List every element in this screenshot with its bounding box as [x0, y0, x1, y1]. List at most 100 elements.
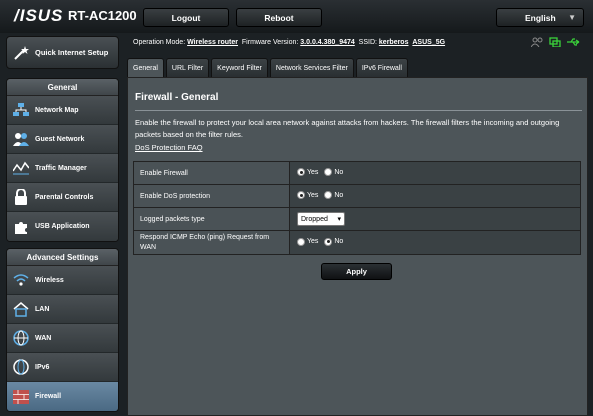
setting-value: Yes No: [289, 184, 581, 208]
puzzle-icon: [7, 219, 35, 235]
option-label: No: [334, 238, 344, 245]
traffic-manager-icon: [7, 161, 35, 175]
setting-value: Yes No: [289, 230, 581, 255]
title-divider: [135, 110, 582, 111]
firewall-settings-table: Enable Firewall Yes No Enable DoS protec…: [133, 161, 581, 255]
firmware-label: Firmware Version:: [241, 39, 299, 46]
sidebar-item-wan[interactable]: WAN: [7, 324, 118, 353]
operation-mode-link[interactable]: Wireless router: [187, 39, 238, 46]
ipv6-globe-icon: [7, 359, 35, 375]
language-select[interactable]: English ▼: [496, 8, 584, 27]
firewall-general-panel: Firewall - General Enable the firewall t…: [127, 77, 588, 416]
sidebar-item-label: IPv6: [35, 363, 50, 371]
asus-logo: /ISUS: [14, 6, 64, 25]
lock-icon: [7, 189, 35, 205]
top-bar: /ISUS RT-AC1200 Logout Reboot English ▼: [0, 0, 593, 33]
radio-icon: [297, 237, 305, 246]
tab-url-filter[interactable]: URL Filter: [165, 58, 210, 77]
radio-selected-icon: [297, 168, 305, 176]
guest-network-icon: [7, 132, 35, 146]
setting-row-logged-packets: Logged packets type Dropped ▾: [133, 207, 581, 231]
sidebar-item-usb-application[interactable]: USB Application: [7, 212, 118, 241]
sidebar-item-label: Firewall: [35, 393, 62, 400]
sidebar-item-traffic-manager[interactable]: Traffic Manager: [7, 154, 118, 183]
advanced-settings-panel: Advanced Settings Wireless LAN WAN IPv6 …: [6, 248, 119, 412]
sidebar-item-label: LAN: [35, 305, 50, 313]
sidebar-item-guest-network[interactable]: Guest Network: [7, 125, 118, 154]
radio-icon: [324, 168, 333, 176]
reboot-button[interactable]: Reboot: [236, 8, 322, 27]
globe-icon: [7, 330, 35, 346]
tab-general[interactable]: General: [127, 58, 164, 77]
sidebar-item-label: WAN: [35, 334, 52, 342]
usb-status-icon[interactable]: [567, 37, 581, 49]
setting-row-icmp-echo: Respond ICMP Echo (ping) Request from WA…: [133, 230, 581, 255]
ssid-label: SSID:: [358, 39, 377, 46]
enable-dos-yes-radio[interactable]: Yes: [297, 191, 318, 199]
logged-packets-select[interactable]: Dropped ▾: [297, 212, 345, 226]
dos-protection-faq-link[interactable]: DoS Protection FAQ: [135, 143, 203, 152]
sidebar: Quick Internet Setup General Network Map…: [0, 33, 125, 416]
tab-network-services-filter[interactable]: Network Services Filter: [269, 58, 354, 77]
enable-dos-no-radio[interactable]: No: [324, 191, 343, 199]
sidebar-item-ipv6[interactable]: IPv6: [7, 353, 118, 382]
ssid-link-1[interactable]: kerberos: [379, 39, 409, 46]
sidebar-item-parental-controls[interactable]: Parental Controls: [7, 183, 118, 212]
model-name: RT-AC1200: [68, 8, 137, 23]
logout-button[interactable]: Logout: [143, 8, 229, 27]
firewall-icon: [7, 389, 35, 404]
radio-selected-icon: [324, 237, 333, 246]
setting-value: Dropped ▾: [289, 207, 581, 231]
status-icons: [530, 37, 581, 49]
general-heading: General: [7, 79, 118, 96]
page-description: Enable the firewall to protect your loca…: [135, 118, 560, 139]
option-label: Yes: [307, 168, 319, 176]
setting-label: Enable DoS protection: [133, 184, 290, 208]
home-icon: [7, 301, 35, 317]
clients-icon[interactable]: [530, 37, 543, 49]
setting-label: Respond ICMP Echo (ping) Request from WA…: [133, 230, 290, 255]
wireless-icon: [7, 273, 35, 287]
operation-mode-label: Operation Mode:: [133, 39, 186, 46]
tab-ipv6-firewall[interactable]: IPv6 Firewall: [355, 58, 408, 77]
setting-label: Logged packets type: [133, 207, 290, 231]
sidebar-item-label: Wireless: [35, 276, 64, 284]
sidebar-item-label: Guest Network: [35, 135, 85, 143]
option-label: Yes: [307, 238, 319, 245]
enable-firewall-no-radio[interactable]: No: [324, 168, 343, 176]
magic-wand-icon: [7, 44, 35, 62]
status-line: Operation Mode: Wireless router Firmware…: [133, 39, 445, 46]
chevron-down-icon: ▼: [568, 13, 576, 22]
tab-keyword-filter[interactable]: Keyword Filter: [211, 58, 268, 77]
page-title: Firewall - General: [135, 92, 219, 103]
enable-firewall-yes-radio[interactable]: Yes: [297, 168, 318, 176]
apply-button[interactable]: Apply: [321, 263, 392, 280]
language-label: English: [525, 12, 556, 23]
firmware-link[interactable]: 3.0.0.4.380_9474: [300, 39, 355, 46]
sidebar-item-lan[interactable]: LAN: [7, 295, 118, 324]
option-label: Yes: [307, 191, 319, 199]
quick-internet-setup-button[interactable]: Quick Internet Setup: [6, 36, 119, 69]
sidebar-item-firewall[interactable]: Firewall: [7, 382, 118, 411]
chevron-down-icon: ▾: [337, 216, 341, 223]
option-label: No: [334, 191, 344, 199]
sidebar-item-label: Parental Controls: [35, 193, 94, 201]
sidebar-item-wireless[interactable]: Wireless: [7, 266, 118, 295]
select-value: Dropped: [301, 215, 328, 223]
ssid-link-2[interactable]: ASUS_5G: [412, 39, 445, 46]
setting-label: Enable Firewall: [133, 161, 290, 185]
setting-value: Yes No: [289, 161, 581, 185]
sidebar-item-label: USB Application: [35, 223, 90, 230]
sidebar-item-network-map[interactable]: Network Map: [7, 96, 118, 125]
internet-status-icon[interactable]: [549, 37, 561, 49]
quick-internet-setup-label: Quick Internet Setup: [35, 48, 109, 57]
icmp-echo-yes-radio[interactable]: Yes: [297, 237, 319, 246]
radio-icon: [324, 191, 333, 199]
setting-row-enable-firewall: Enable Firewall Yes No: [133, 161, 581, 185]
tab-bar: General URL Filter Keyword Filter Networ…: [127, 58, 408, 77]
icmp-echo-no-radio[interactable]: No: [324, 237, 344, 246]
general-panel: General Network Map Guest Network Traffi…: [6, 78, 119, 242]
setting-row-enable-dos: Enable DoS protection Yes No: [133, 184, 581, 208]
sidebar-item-label: Network Map: [35, 106, 79, 114]
radio-selected-icon: [297, 191, 305, 199]
